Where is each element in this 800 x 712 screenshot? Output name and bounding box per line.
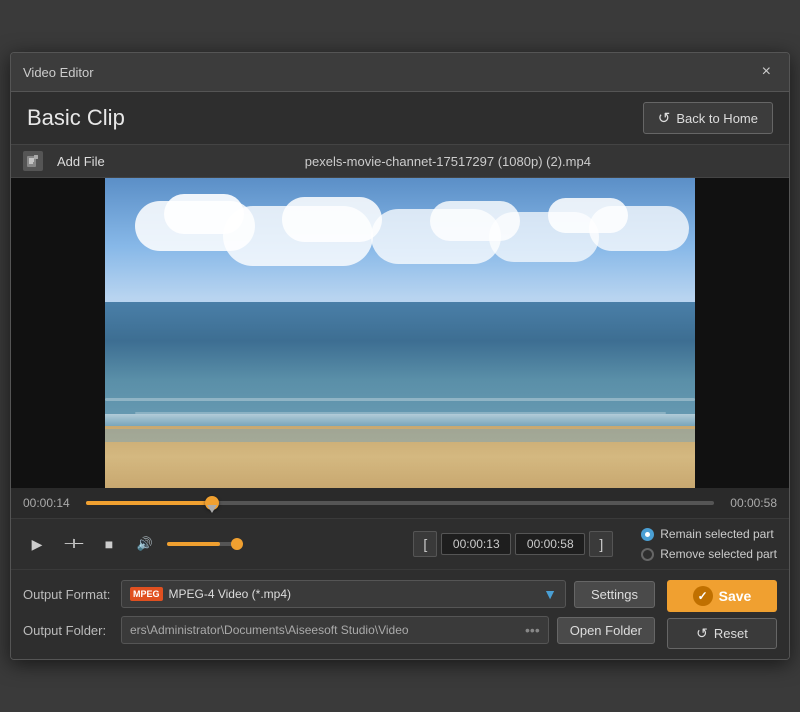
folder-path-text: ers\Administrator\Documents\Aiseesoft St… — [130, 623, 409, 637]
add-file-icon — [23, 151, 43, 171]
beach-scene — [105, 178, 695, 488]
bracket-end-icon: ] — [599, 536, 603, 552]
format-row: Output Format: MPEG MPEG-4 Video (*.mp4)… — [23, 580, 655, 608]
open-folder-button[interactable]: Open Folder — [557, 617, 655, 644]
folder-row: Output Folder: ers\Administrator\Documen… — [23, 616, 655, 644]
folder-path-display: ers\Administrator\Documents\Aiseesoft St… — [121, 616, 549, 644]
bracket-start-icon: [ — [423, 536, 427, 552]
format-select[interactable]: MPEG MPEG-4 Video (*.mp4) ▼ — [121, 580, 566, 608]
timeline-start-time: 00:00:14 — [23, 496, 78, 510]
refresh-icon: ↺ — [658, 109, 671, 127]
title-bar: Video Editor × — [11, 53, 789, 92]
clip-start-bracket[interactable]: [ — [413, 531, 437, 557]
remove-radio[interactable] — [641, 548, 654, 561]
window-title: Video Editor — [23, 65, 94, 80]
timeline-end-time: 00:00:58 — [722, 496, 777, 510]
play-icon: ▶ — [32, 536, 43, 553]
remove-option[interactable]: Remove selected part — [641, 547, 777, 561]
volume-fill — [167, 542, 220, 546]
progress-fill — [86, 501, 212, 505]
format-value: MPEG-4 Video (*.mp4) — [169, 587, 292, 601]
progress-track[interactable] — [86, 501, 714, 505]
save-button[interactable]: ✓ Save — [667, 580, 777, 612]
settings-button[interactable]: Settings — [574, 581, 655, 608]
reset-label: Reset — [714, 626, 748, 641]
page-title: Basic Clip — [27, 105, 125, 131]
clip-start-time: 00:00:13 — [441, 533, 511, 555]
trim-marker — [207, 505, 217, 513]
volume-thumb[interactable] — [231, 538, 243, 550]
format-label: Output Format: — [23, 587, 113, 602]
file-name-display: pexels-movie-channet-17517297 (1080p) (2… — [119, 154, 777, 169]
save-label: Save — [719, 588, 752, 604]
main-window: Video Editor × Basic Clip ↺ Back to Home… — [10, 52, 790, 660]
options-group: Remain selected part Remove selected par… — [641, 527, 777, 561]
clip-end-time: 00:00:58 — [515, 533, 585, 555]
clip-time-group: [ 00:00:13 00:00:58 ] — [413, 531, 613, 557]
action-column: ✓ Save ↺ Reset — [667, 580, 777, 649]
remove-label: Remove selected part — [660, 547, 777, 561]
remain-option[interactable]: Remain selected part — [641, 527, 777, 541]
toolbar: Add File pexels-movie-channet-17517297 (… — [11, 145, 789, 178]
folder-ellipsis-button[interactable]: ••• — [525, 622, 540, 638]
remain-radio[interactable] — [641, 528, 654, 541]
timeline-bar: 00:00:14 00:00:58 — [11, 488, 789, 518]
stop-button[interactable]: ■ — [95, 530, 123, 558]
video-container — [11, 178, 789, 488]
back-home-button[interactable]: ↺ Back to Home — [643, 102, 773, 134]
controls-bar: ▶ ⊣⊢ ■ 🔊 [ 00:00:13 00:00:58 ] — [11, 518, 789, 569]
folder-label: Output Folder: — [23, 623, 113, 638]
trim-button[interactable]: ⊣⊢ — [59, 530, 87, 558]
reset-icon: ↺ — [696, 625, 708, 642]
volume-icon: 🔊 — [137, 536, 153, 552]
trim-icon: ⊣⊢ — [64, 536, 83, 552]
mpeg-icon: MPEG — [130, 587, 163, 601]
save-check-icon: ✓ — [693, 586, 713, 606]
mute-button[interactable]: 🔊 — [131, 530, 159, 558]
video-preview — [105, 178, 695, 488]
close-button[interactable]: × — [756, 61, 777, 83]
add-file-button[interactable]: Add File — [51, 152, 111, 171]
play-button[interactable]: ▶ — [23, 530, 51, 558]
dropdown-arrow-icon: ▼ — [543, 586, 557, 602]
remain-label: Remain selected part — [660, 527, 773, 541]
reset-button[interactable]: ↺ Reset — [667, 618, 777, 649]
stop-icon: ■ — [105, 536, 113, 552]
volume-track[interactable] — [167, 542, 237, 546]
left-outputs: Output Format: MPEG MPEG-4 Video (*.mp4)… — [23, 580, 655, 644]
header-bar: Basic Clip ↺ Back to Home — [11, 92, 789, 145]
back-home-label: Back to Home — [676, 111, 758, 126]
clip-end-bracket[interactable]: ] — [589, 531, 613, 557]
output-section: Output Format: MPEG MPEG-4 Video (*.mp4)… — [11, 569, 789, 659]
